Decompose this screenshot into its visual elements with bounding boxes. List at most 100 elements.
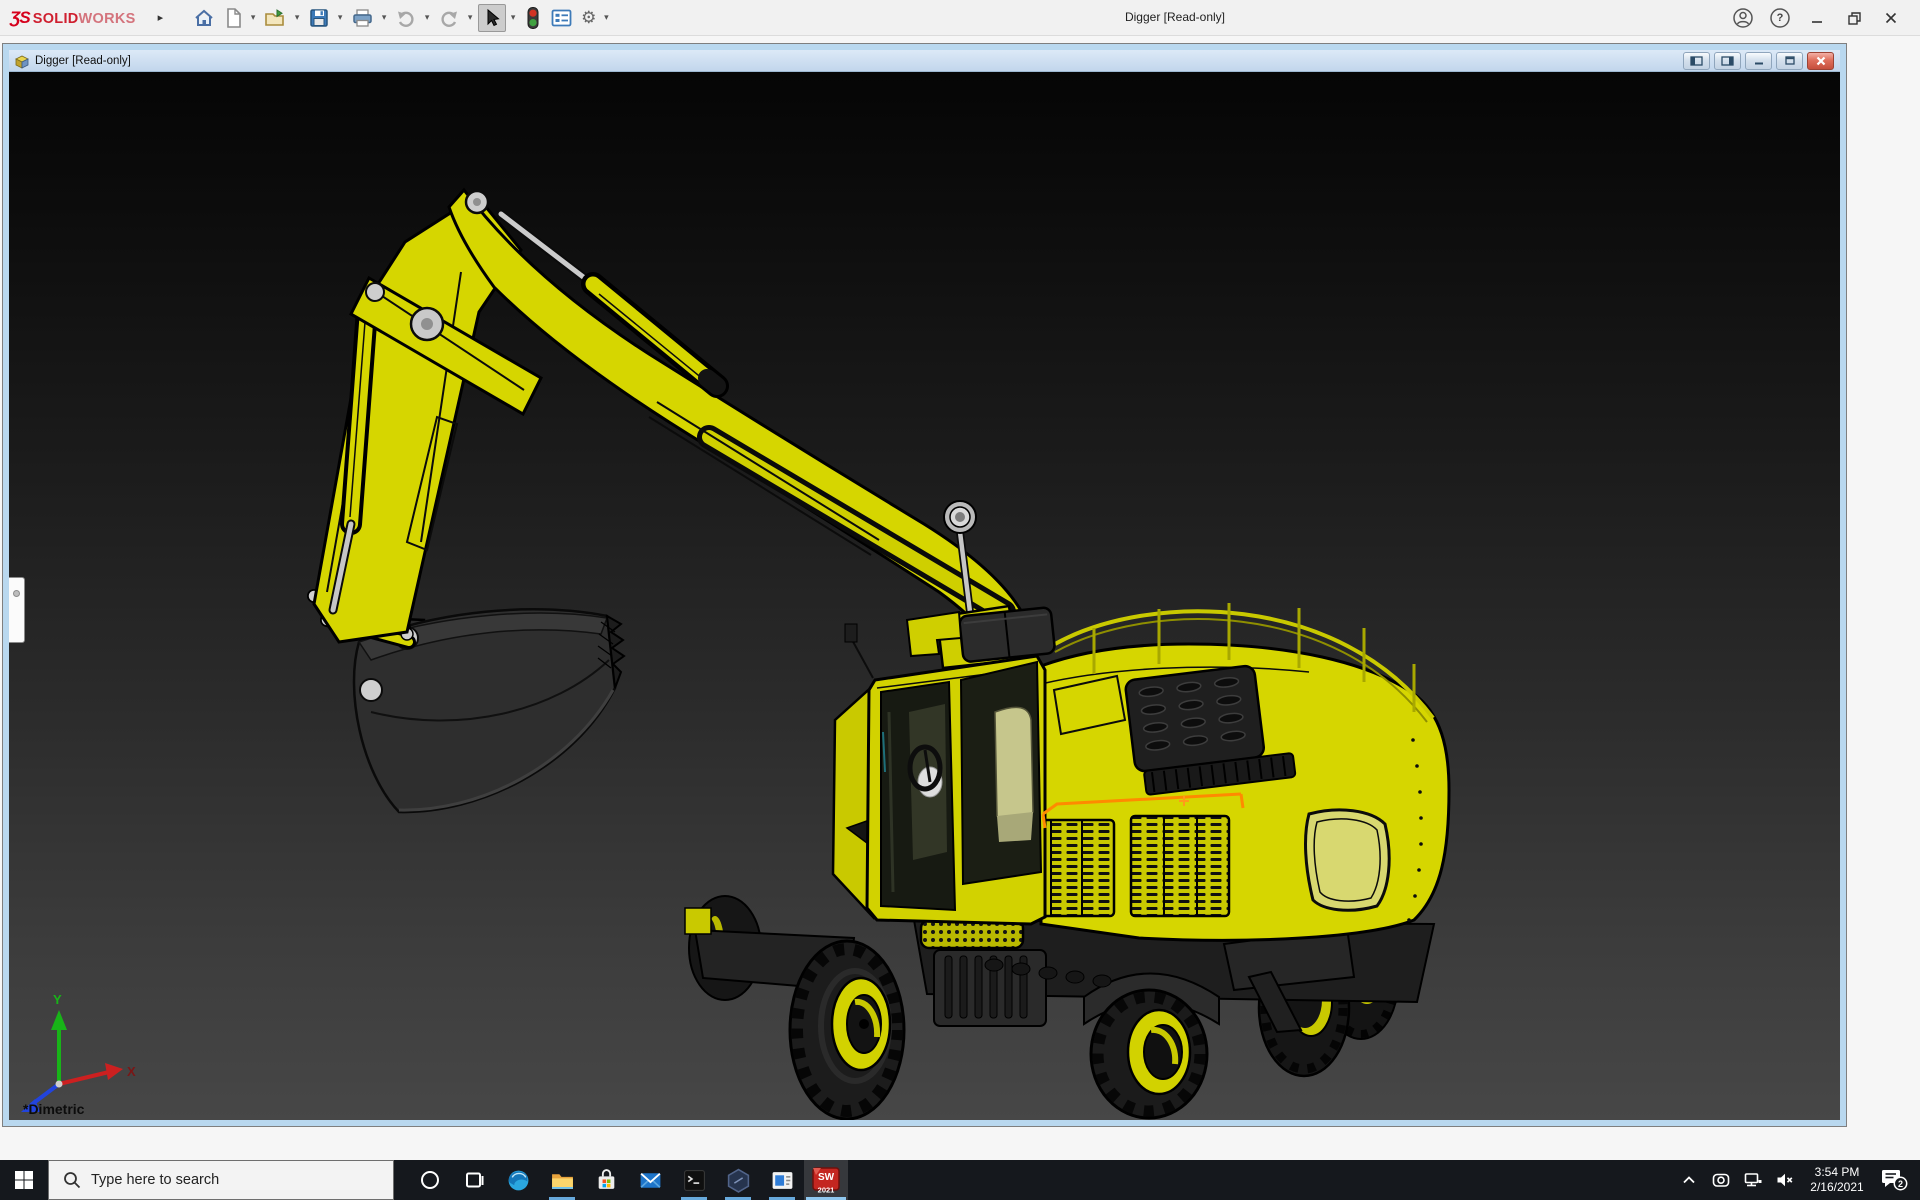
open-button[interactable] <box>261 4 290 32</box>
clock-time: 3:54 PM <box>1804 1165 1870 1180</box>
select-cursor-icon <box>482 7 502 29</box>
document-title-bar[interactable]: Digger [Read-only] <box>9 50 1840 72</box>
action-center-button[interactable]: 2 <box>1876 1160 1912 1200</box>
rear-window <box>1306 810 1390 910</box>
meet-now-icon <box>1711 1170 1731 1190</box>
close-button[interactable] <box>1876 4 1906 32</box>
search-input[interactable] <box>91 1172 351 1188</box>
display-lights-button[interactable] <box>521 4 545 32</box>
menu-flyout-arrow[interactable]: ▸ <box>158 11 164 24</box>
notification-badge: 2 <box>1898 1179 1903 1189</box>
doc-restore-button[interactable] <box>1776 52 1803 70</box>
tray-volume-button[interactable] <box>1772 1160 1798 1200</box>
taskbar-app-edge[interactable] <box>496 1160 540 1200</box>
doc-close-button[interactable] <box>1807 52 1834 70</box>
edge-icon <box>506 1168 531 1193</box>
split-right-icon <box>1721 56 1734 66</box>
tray-network-button[interactable] <box>1740 1160 1766 1200</box>
new-document-dropdown[interactable]: ▾ <box>248 12 258 23</box>
print-icon <box>351 7 374 29</box>
redo-dropdown[interactable]: ▾ <box>465 12 475 23</box>
taskbar-app-solidworks[interactable]: SW 2021 <box>804 1160 848 1200</box>
undo-icon <box>395 7 417 29</box>
doc-close-icon <box>1815 56 1827 66</box>
task-view-button[interactable] <box>452 1160 496 1200</box>
seat <box>995 707 1033 821</box>
minimize-button[interactable] <box>1802 4 1832 32</box>
taskbar-app-file-explorer[interactable] <box>540 1160 584 1200</box>
task-view-icon <box>463 1169 485 1191</box>
clock-date: 2/16/2021 <box>1804 1180 1870 1195</box>
doc-minimize-button[interactable] <box>1745 52 1772 70</box>
redo-button[interactable] <box>435 4 463 32</box>
minimize-icon <box>1810 11 1824 25</box>
task-pane-icon <box>550 7 573 29</box>
home-icon <box>193 7 215 29</box>
main-boom <box>449 190 1035 670</box>
traffic-light-icon <box>524 6 542 30</box>
brand-solid: SOLID <box>33 11 79 27</box>
account-icon <box>1732 7 1754 29</box>
file-explorer-icon <box>550 1168 575 1193</box>
tray-chevron-button[interactable] <box>1676 1160 1702 1200</box>
help-button[interactable]: ? <box>1765 4 1795 32</box>
taskbar-app-window[interactable] <box>760 1160 804 1200</box>
taskbar-search[interactable] <box>48 1160 394 1200</box>
reference-triad: Y X <box>21 992 136 1112</box>
wheel-rear-left[interactable] <box>790 941 904 1119</box>
feature-panel-collapsed-tab[interactable] <box>9 577 25 643</box>
panel-tab-handle <box>13 590 20 597</box>
select-dropdown[interactable]: ▾ <box>508 12 518 23</box>
print-button[interactable] <box>348 4 377 32</box>
split-pane-left-button[interactable] <box>1683 52 1710 70</box>
open-folder-icon <box>264 7 287 29</box>
undo-dropdown[interactable]: ▾ <box>422 12 432 23</box>
document-title: Digger [Read-only] <box>35 55 131 67</box>
print-dropdown[interactable]: ▾ <box>379 12 389 23</box>
taskbar-clock[interactable]: 3:54 PM 2/16/2021 <box>1804 1165 1870 1195</box>
redo-icon <box>438 7 460 29</box>
new-document-icon <box>223 7 243 29</box>
restore-button[interactable] <box>1839 4 1869 32</box>
save-button[interactable] <box>305 4 333 32</box>
undo-button[interactable] <box>392 4 420 32</box>
excavator-model[interactable]: Y X *Dimetric <box>9 72 1840 1120</box>
roof-hatch <box>959 607 1055 662</box>
doc-restore-icon <box>1784 55 1796 66</box>
close-icon <box>1884 11 1898 25</box>
options-button[interactable]: ⚙ <box>578 4 599 32</box>
solidworks-2021-icon: SW 2021 <box>812 1167 840 1194</box>
volume-muted-icon <box>1775 1170 1795 1190</box>
task-pane-button[interactable] <box>547 4 576 32</box>
tray-meet-now-button[interactable] <box>1708 1160 1734 1200</box>
select-button[interactable] <box>478 4 506 32</box>
mirror <box>845 624 857 642</box>
hexagon-app-icon <box>726 1168 751 1193</box>
network-icon <box>1743 1170 1763 1190</box>
taskbar-app-hexagon[interactable] <box>716 1160 760 1200</box>
wheel-mid[interactable] <box>1091 990 1207 1118</box>
taskbar-app-command-prompt[interactable] <box>672 1160 716 1200</box>
cortana-button[interactable] <box>408 1160 452 1200</box>
graphics-viewport[interactable]: Y X *Dimetric <box>9 72 1840 1120</box>
start-button[interactable] <box>0 1160 48 1200</box>
open-dropdown[interactable]: ▾ <box>292 12 302 23</box>
chevron-up-icon <box>1680 1171 1698 1189</box>
triad-y-label: Y <box>53 992 62 1007</box>
new-document-button[interactable] <box>220 4 246 32</box>
taskbar-app-mail[interactable] <box>628 1160 672 1200</box>
triad-x-label: X <box>127 1064 136 1079</box>
orientation-label: *Dimetric <box>23 1101 85 1117</box>
window-title: Digger [Read-only] <box>1040 10 1310 24</box>
split-pane-right-button[interactable] <box>1714 52 1741 70</box>
account-button[interactable] <box>1728 4 1758 32</box>
grille-right <box>1131 816 1229 916</box>
svg-text:2021: 2021 <box>818 1185 835 1194</box>
part-document-icon <box>14 53 30 69</box>
split-left-icon <box>1690 56 1703 66</box>
taskbar-app-store[interactable] <box>584 1160 628 1200</box>
options-dropdown[interactable]: ▾ <box>601 12 611 23</box>
save-dropdown[interactable]: ▾ <box>335 12 345 23</box>
window-app-icon <box>770 1168 795 1193</box>
home-button[interactable] <box>190 4 218 32</box>
